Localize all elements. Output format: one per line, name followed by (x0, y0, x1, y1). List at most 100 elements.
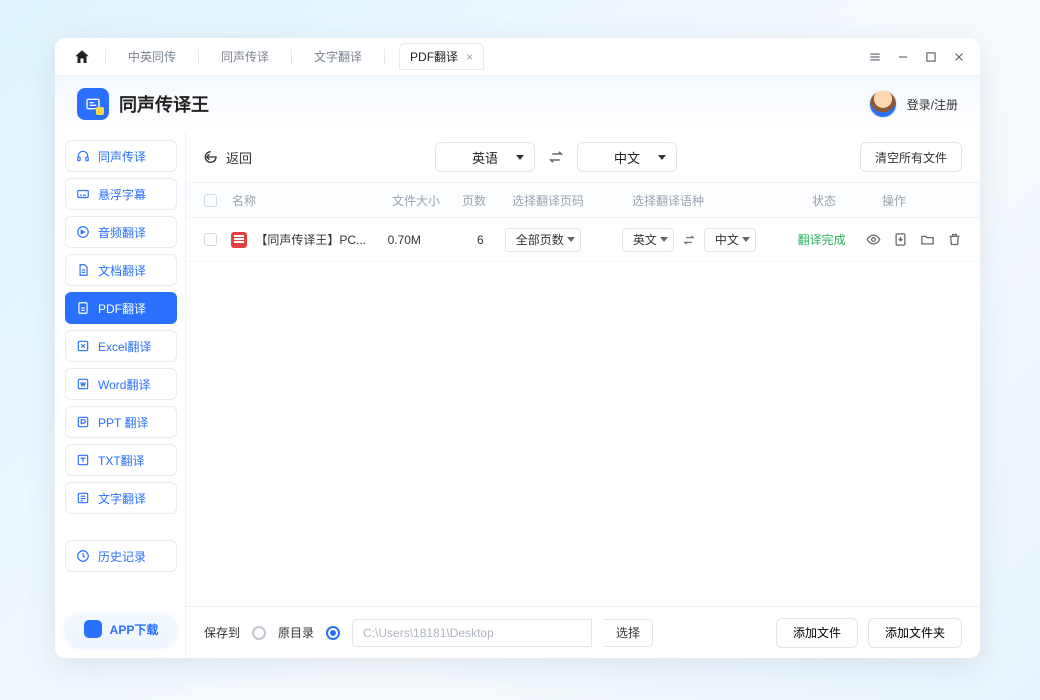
th-range: 选择翻译页码 (512, 192, 632, 209)
avatar[interactable] (869, 90, 897, 118)
delete-icon[interactable] (947, 232, 962, 247)
sidebar-item-word[interactable]: Word翻译 (65, 368, 177, 400)
minimize-icon[interactable] (896, 50, 910, 64)
page-range-select[interactable]: 全部页数 (505, 228, 581, 252)
th-ops: 操作 (882, 192, 962, 209)
chevron-down-icon (567, 237, 575, 242)
row-dst-lang-select[interactable]: 中文 (704, 228, 756, 252)
brand-title: 同声传译王 (119, 91, 209, 117)
window-controls (868, 50, 966, 64)
sidebar-item-label: 音频翻译 (98, 224, 146, 241)
sidebar-item-label: 同声传译 (98, 148, 146, 165)
orig-dir-radio[interactable] (326, 626, 340, 640)
doc-icon (76, 263, 90, 277)
row-dst-lang-value: 中文 (715, 231, 739, 248)
maximize-icon[interactable] (924, 50, 938, 64)
home-icon[interactable] (73, 48, 91, 66)
separator (198, 49, 199, 65)
file-size: 0.70M (388, 233, 456, 247)
footer: 保存到 原目录 C:\Users\18181\Desktop 选择 添加文件 添… (186, 606, 980, 658)
th-name: 名称 (232, 192, 392, 209)
sidebar-item-label: 悬浮字幕 (98, 186, 146, 203)
th-lang: 选择翻译语种 (632, 192, 812, 209)
th-size: 文件大小 (392, 192, 462, 209)
page-range-value: 全部页数 (516, 231, 564, 248)
header: 同声传译王 登录/注册 (55, 76, 980, 132)
swap-icon[interactable] (682, 233, 696, 247)
sidebar-item-label: PPT 翻译 (98, 414, 148, 431)
source-lang-select[interactable]: 英语 (435, 142, 535, 172)
sidebar-item-history[interactable]: 历史记录 (65, 540, 177, 572)
choose-path-button[interactable]: 选择 (604, 619, 653, 647)
body: 同声传译 悬浮字幕 音频翻译 文档翻译 PDF翻译 Excel翻译 Word翻译… (55, 132, 980, 658)
app-icon (84, 620, 102, 638)
back-button[interactable]: 返回 (204, 148, 252, 167)
tab-pdf-active[interactable]: PDF翻译 × (399, 43, 484, 70)
sidebar-item-pdf[interactable]: PDF翻译 (65, 292, 177, 324)
excel-icon (76, 339, 90, 353)
tab-label: PDF翻译 (410, 48, 458, 65)
table-row: 【同声传译王】PC... 0.70M 6 全部页数 英文 中文 翻译完成 (186, 218, 980, 262)
preview-icon[interactable] (866, 232, 881, 247)
back-label: 返回 (226, 148, 252, 167)
chevron-down-icon (742, 237, 750, 242)
add-file-button[interactable]: 添加文件 (776, 618, 858, 648)
main: 返回 英语 中文 清空所有文件 名称 文件大小 页数 选择翻译页码 选择翻译语种… (185, 132, 980, 658)
titlebar: 中英同传 同声传译 文字翻译 PDF翻译 × (55, 38, 980, 76)
pdf-icon (76, 301, 90, 315)
menu-icon[interactable] (868, 50, 882, 64)
subtitle-icon (76, 187, 90, 201)
sidebar-item-ppt[interactable]: PPT 翻译 (65, 406, 177, 438)
select-all-checkbox[interactable] (204, 194, 217, 207)
sidebar-item-doc[interactable]: 文档翻译 (65, 254, 177, 286)
save-path-input[interactable]: C:\Users\18181\Desktop (352, 619, 592, 647)
sidebar-item-subtitle[interactable]: 悬浮字幕 (65, 178, 177, 210)
file-pages: 6 (456, 233, 505, 247)
sidebar-item-label: Word翻译 (98, 376, 150, 393)
history-icon (76, 549, 90, 563)
swap-icon[interactable] (547, 148, 565, 166)
sidebar-item-label: 文字翻译 (98, 490, 146, 507)
audio-icon (76, 225, 90, 239)
sidebar-item-simul[interactable]: 同声传译 (65, 140, 177, 172)
add-folder-button[interactable]: 添加文件夹 (868, 618, 962, 648)
save-to-label: 保存到 (204, 624, 240, 641)
th-status: 状态 (812, 192, 882, 209)
source-lang-value: 英语 (472, 148, 498, 167)
sidebar-item-txt[interactable]: TXT翻译 (65, 444, 177, 476)
sidebar: 同声传译 悬浮字幕 音频翻译 文档翻译 PDF翻译 Excel翻译 Word翻译… (55, 132, 185, 658)
sidebar-item-excel[interactable]: Excel翻译 (65, 330, 177, 362)
sidebar-item-label: 历史记录 (98, 548, 146, 565)
ppt-icon (76, 415, 90, 429)
row-src-lang-select[interactable]: 英文 (622, 228, 674, 252)
login-link[interactable]: 登录/注册 (907, 96, 958, 113)
status-badge: 翻译完成 (798, 231, 866, 248)
app-window: 中英同传 同声传译 文字翻译 PDF翻译 × 同声传译王 登录/注册 同声传译 … (55, 38, 980, 658)
tab-cn-en[interactable]: 中英同传 (120, 48, 184, 65)
orig-dir-label: 原目录 (278, 624, 314, 641)
chevron-down-icon (660, 237, 668, 242)
export-icon[interactable] (893, 232, 908, 247)
target-lang-select[interactable]: 中文 (577, 142, 677, 172)
clear-all-button[interactable]: 清空所有文件 (860, 142, 962, 172)
close-tab-icon[interactable]: × (466, 50, 473, 64)
chevron-down-icon (516, 155, 524, 160)
save-to-radio-empty[interactable] (252, 626, 266, 640)
close-icon[interactable] (952, 50, 966, 64)
tab-simul[interactable]: 同声传译 (213, 48, 277, 65)
folder-icon[interactable] (920, 232, 935, 247)
toolbar: 返回 英语 中文 清空所有文件 (186, 132, 980, 182)
app-download-button[interactable]: APP下载 (65, 612, 177, 646)
row-checkbox[interactable] (204, 233, 217, 246)
sidebar-item-label: Excel翻译 (98, 338, 151, 355)
sidebar-item-audio[interactable]: 音频翻译 (65, 216, 177, 248)
text-icon (76, 491, 90, 505)
pdf-file-icon (231, 232, 247, 248)
chevron-down-icon (658, 155, 666, 160)
separator (291, 49, 292, 65)
separator (105, 49, 106, 65)
file-name: 【同声传译王】PC... (255, 231, 366, 248)
sidebar-item-label: 文档翻译 (98, 262, 146, 279)
sidebar-item-text[interactable]: 文字翻译 (65, 482, 177, 514)
tab-text[interactable]: 文字翻译 (306, 48, 370, 65)
